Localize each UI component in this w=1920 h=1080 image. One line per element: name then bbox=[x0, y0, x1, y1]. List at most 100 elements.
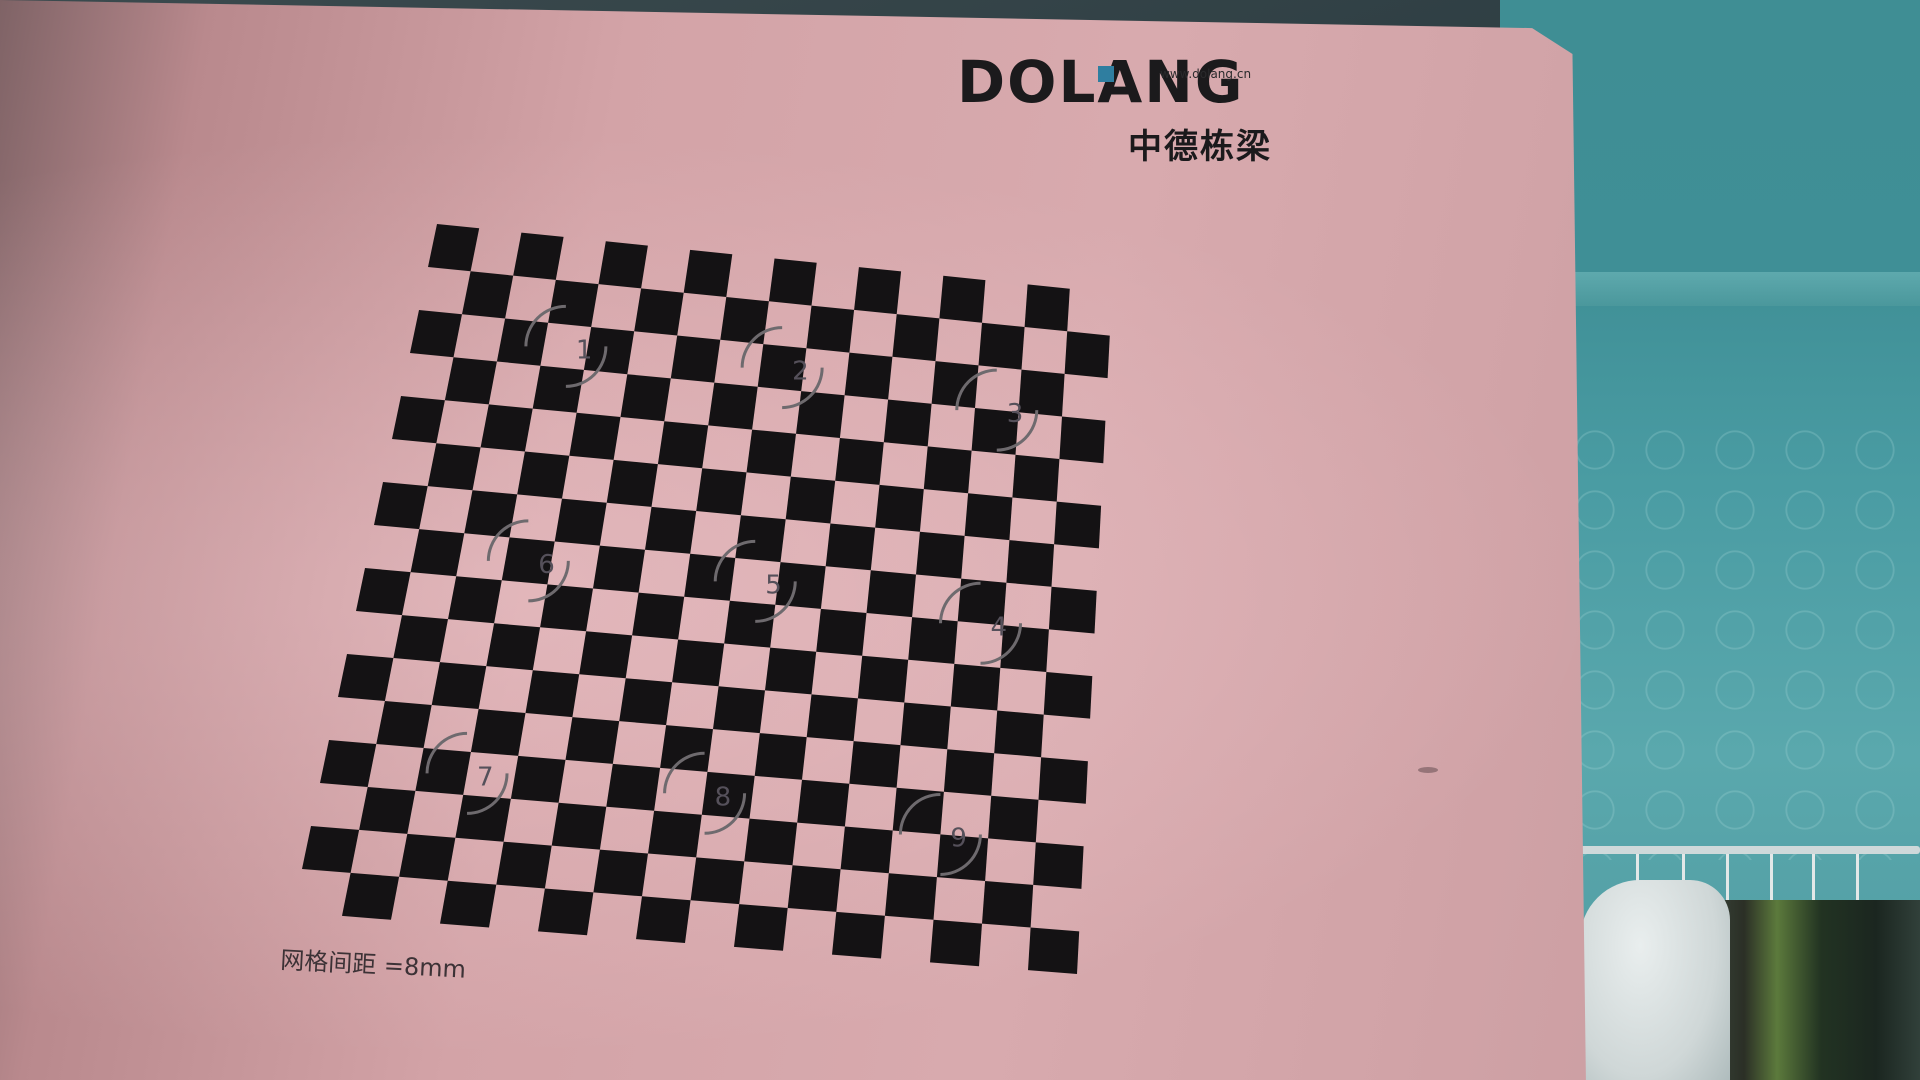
checker-square bbox=[338, 654, 394, 701]
checker-square bbox=[660, 725, 713, 772]
checker-square bbox=[1064, 331, 1110, 379]
checker-square bbox=[884, 873, 937, 920]
checker-square bbox=[892, 314, 940, 362]
marker-number: 4 bbox=[991, 612, 1008, 642]
checker-square bbox=[806, 305, 855, 353]
checker-square bbox=[923, 446, 972, 494]
checker-square bbox=[1012, 454, 1060, 502]
checker-square bbox=[462, 271, 514, 319]
checker-square bbox=[744, 818, 798, 866]
checker-square bbox=[908, 617, 958, 664]
checker-square bbox=[448, 576, 502, 624]
checker-square bbox=[532, 365, 584, 413]
checker-square bbox=[939, 275, 986, 323]
checkerboard-grid bbox=[302, 224, 1110, 974]
checker-square bbox=[440, 880, 497, 928]
checker-square bbox=[765, 647, 817, 695]
checker-square bbox=[988, 795, 1039, 843]
checker-square bbox=[374, 482, 428, 530]
checker-square bbox=[787, 865, 841, 912]
checker-square bbox=[486, 623, 541, 671]
checker-square bbox=[708, 382, 758, 430]
checker-square bbox=[606, 459, 658, 507]
checker-square bbox=[517, 451, 570, 499]
checker-square bbox=[916, 531, 965, 579]
checker-square bbox=[620, 374, 671, 422]
photo-scene: 1 2 3 4 5 6 7 8 9 DOLANG www.dolang.cn 中德栋梁 网格间距… bbox=[0, 0, 1920, 1080]
checker-square bbox=[835, 438, 884, 485]
checker-square bbox=[1048, 586, 1097, 634]
checker-square bbox=[1059, 416, 1106, 464]
checker-square bbox=[875, 484, 924, 532]
checker-square bbox=[392, 396, 445, 444]
checker-square bbox=[648, 810, 702, 858]
checker-square bbox=[569, 412, 621, 460]
checker-square bbox=[857, 655, 909, 703]
checker-square bbox=[672, 639, 725, 687]
checker-square bbox=[410, 529, 465, 577]
calibration-board-drawing: 1 2 3 4 5 6 7 8 9 DOLANG www.dolang.cn 中德栋梁 网格间距… bbox=[280, 48, 1438, 984]
checker-square bbox=[634, 288, 684, 336]
checker-square bbox=[551, 802, 607, 850]
checker-square bbox=[1006, 540, 1055, 587]
checker-square bbox=[415, 748, 471, 795]
checker-square bbox=[455, 794, 511, 842]
marker-number: 5 bbox=[765, 570, 782, 600]
checker-square bbox=[964, 493, 1013, 541]
marker-number: 1 bbox=[576, 335, 593, 365]
marker-number: 2 bbox=[792, 357, 809, 387]
checker-square bbox=[785, 476, 836, 524]
checker-square bbox=[593, 849, 648, 897]
logo-website: www.dolang.cn bbox=[1160, 67, 1251, 81]
checker-square bbox=[538, 888, 594, 936]
checker-square bbox=[598, 241, 648, 289]
marker-number: 3 bbox=[1007, 399, 1024, 429]
checker-square bbox=[768, 258, 817, 306]
checker-square bbox=[431, 662, 487, 709]
checker-square bbox=[816, 608, 867, 656]
checker-square bbox=[548, 279, 599, 327]
checker-square bbox=[930, 919, 982, 967]
checker-square bbox=[320, 740, 377, 787]
checker-square bbox=[565, 717, 620, 764]
checker-square bbox=[806, 694, 858, 742]
checker-square bbox=[513, 232, 564, 280]
checker-square bbox=[735, 515, 786, 563]
marker-number: 8 bbox=[715, 782, 732, 812]
checker-square bbox=[684, 553, 736, 601]
checker-square bbox=[410, 310, 462, 358]
checker-square bbox=[399, 833, 456, 881]
checker-square bbox=[657, 421, 709, 469]
checker-square bbox=[900, 702, 951, 750]
checker-square bbox=[1043, 672, 1093, 719]
checker-square bbox=[428, 224, 480, 272]
dust-mark bbox=[1418, 767, 1438, 773]
checker-square bbox=[645, 506, 697, 554]
checker-square bbox=[1038, 757, 1088, 804]
checker-square bbox=[444, 357, 497, 405]
checker-square bbox=[359, 787, 416, 834]
checker-square bbox=[690, 857, 745, 905]
checker-square bbox=[496, 318, 549, 366]
checker-square bbox=[342, 872, 400, 920]
checker-square bbox=[883, 399, 932, 447]
checker-square bbox=[427, 443, 481, 491]
checker-square bbox=[775, 562, 826, 609]
checker-square bbox=[982, 881, 1034, 928]
checker-square bbox=[943, 749, 995, 796]
checker-square bbox=[480, 404, 533, 452]
checker-square bbox=[554, 498, 607, 546]
checker-square bbox=[849, 741, 901, 788]
checker-square bbox=[840, 826, 893, 874]
checker-square bbox=[1033, 842, 1084, 889]
checker-square bbox=[619, 678, 673, 726]
checker-square bbox=[1000, 625, 1049, 672]
checker-square bbox=[606, 763, 661, 811]
checker-square bbox=[376, 701, 432, 748]
grid-spacing-caption: 网格间距 =8mm bbox=[280, 946, 467, 984]
checker-square bbox=[632, 592, 685, 640]
checker-square bbox=[393, 615, 448, 663]
checker-square bbox=[746, 429, 796, 477]
checker-square bbox=[734, 904, 788, 951]
checker-square bbox=[832, 911, 885, 959]
